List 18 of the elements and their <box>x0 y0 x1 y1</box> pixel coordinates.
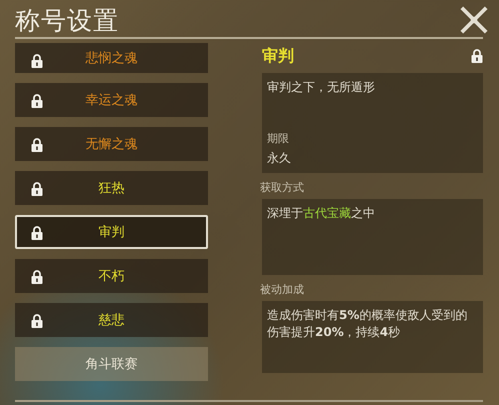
title-name: 审判 <box>262 46 294 66</box>
window-title: 称号设置 <box>15 4 119 36</box>
period-label: 期限 <box>267 131 290 146</box>
description-text: 审判之下，无所遁形 <box>267 79 376 96</box>
title-item[interactable]: 无懈之魂 <box>15 127 208 161</box>
title-item[interactable]: 狂热 <box>15 171 208 205</box>
title-item[interactable]: 审判 <box>15 215 208 249</box>
bonus-text: 造成伤害时有5%的概率使敌人受到的伤害提升20%，持续4秒 <box>267 308 468 339</box>
source-label: 获取方式 <box>260 180 305 195</box>
title-item[interactable]: 不朽 <box>15 259 208 293</box>
period-value: 永久 <box>267 150 292 167</box>
title-item[interactable]: 悲悯之魂 <box>15 43 208 73</box>
title-item[interactable]: 幸运之魂 <box>15 83 208 117</box>
close-icon[interactable] <box>459 5 489 35</box>
source-text: 深埋于古代宝藏之中 <box>267 206 375 220</box>
category-tab[interactable]: 角斗联赛 <box>15 347 208 381</box>
bonus-label: 被动加成 <box>260 282 305 297</box>
title-item[interactable]: 慈悲 <box>15 303 208 337</box>
